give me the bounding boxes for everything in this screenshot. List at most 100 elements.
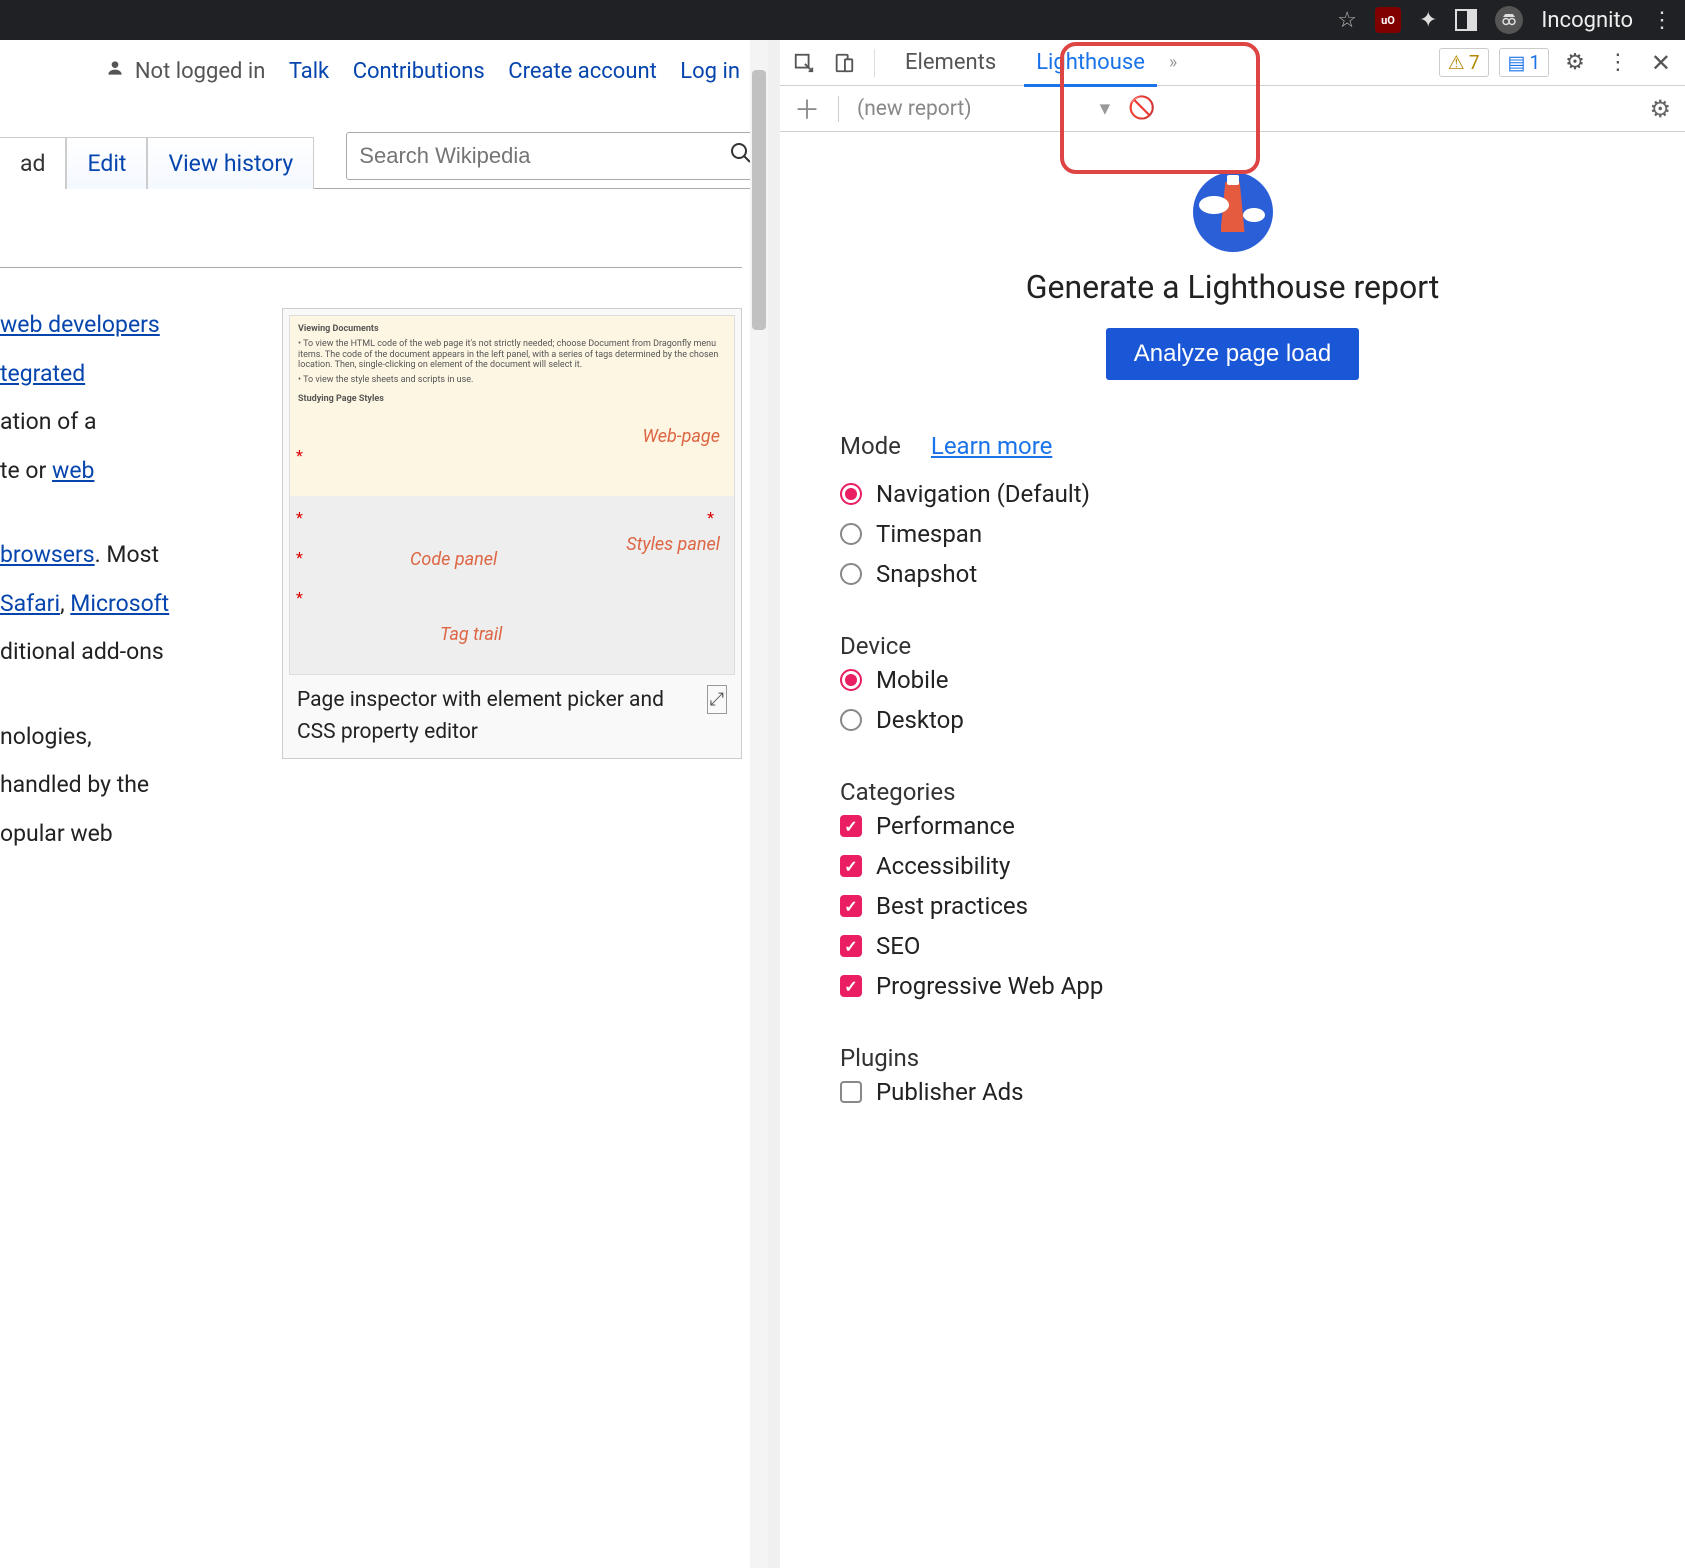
talk-link[interactable]: Talk: [289, 59, 329, 84]
text-frag-handled: handled by the: [0, 771, 149, 798]
lighthouse-body: Generate a Lighthouse report Analyze pag…: [780, 132, 1685, 1190]
ublock-icon[interactable]: uO: [1375, 7, 1401, 33]
plugin-publisher-ads-label: Publisher Ads: [876, 1078, 1024, 1106]
text-frag-addons: ditional add-ons: [0, 638, 164, 665]
link-safari[interactable]: Safari: [0, 590, 60, 617]
link-web-developers[interactable]: web developers: [0, 311, 160, 338]
cat-accessibility-option[interactable]: Accessibility: [840, 846, 1625, 886]
link-web[interactable]: web: [52, 457, 94, 484]
issues-warning-badge[interactable]: ⚠ 7: [1439, 48, 1489, 77]
thumb-label-webpage: Web-page: [643, 426, 720, 448]
plugins-heading: Plugins: [840, 1044, 1625, 1072]
thumb-label-stylespanel: Styles panel: [626, 531, 720, 558]
text-frag-teor: te or: [0, 457, 52, 484]
mode-timespan-option[interactable]: Timespan: [840, 514, 1625, 554]
inspect-element-icon[interactable]: [788, 47, 820, 79]
radio-icon: [840, 669, 862, 691]
device-desktop-option[interactable]: Desktop: [840, 700, 1625, 740]
device-mobile-option[interactable]: Mobile: [840, 660, 1625, 700]
radio-icon: [840, 483, 862, 505]
article-body: Viewing Documents • To view the HTML cod…: [0, 268, 768, 851]
lighthouse-settings-icon[interactable]: ⚙: [1649, 95, 1671, 123]
wiki-tabs: ad Edit View history: [0, 132, 768, 189]
incognito-icon: [1495, 6, 1523, 34]
lighthouse-logo-icon: [1193, 172, 1273, 252]
page-content-pane: Not logged in Talk Contributions Create …: [0, 40, 780, 1568]
link-integrated[interactable]: tegrated: [0, 360, 85, 387]
text-frag-ation: ation of a: [0, 408, 96, 435]
browser-chrome-bar: ☆ uO ✦ Incognito ⋮: [0, 0, 1685, 40]
side-panel-icon[interactable]: [1455, 9, 1477, 31]
checkbox-icon: [840, 815, 862, 837]
checkbox-icon: [840, 855, 862, 877]
toolbar-divider: [838, 96, 839, 122]
more-tabs-icon[interactable]: »: [1169, 52, 1177, 73]
device-section: Device Mobile Desktop: [840, 632, 1625, 740]
text-frag-most: . Most: [95, 541, 159, 568]
text-frag-popular: opular web: [0, 820, 113, 847]
not-logged-in-label: Not logged in: [135, 59, 266, 84]
tab-edit[interactable]: Edit: [66, 137, 147, 189]
thumb-label-tagtrail: Tag trail: [440, 621, 502, 648]
checkbox-icon: [840, 935, 862, 957]
device-toolbar-icon[interactable]: [828, 47, 860, 79]
divider: [874, 49, 875, 77]
thumb-expand-icon[interactable]: ⤢: [707, 685, 727, 714]
cat-best-practices-option[interactable]: Best practices: [840, 886, 1625, 926]
lighthouse-toolbar: ＋ (new report) ▾ 🚫 ⚙: [780, 86, 1685, 132]
mode-navigation-option[interactable]: Navigation (Default): [840, 474, 1625, 514]
tab-elements[interactable]: Elements: [889, 40, 1012, 85]
issues-info-badge[interactable]: ▤ 1: [1499, 48, 1550, 77]
devtools-close-icon[interactable]: ✕: [1645, 49, 1677, 77]
mode-snapshot-option[interactable]: Snapshot: [840, 554, 1625, 594]
radio-icon: [840, 563, 862, 585]
devtools-menu-icon[interactable]: ⋮: [1601, 50, 1635, 75]
cat-pwa-label: Progressive Web App: [876, 972, 1103, 1000]
clear-report-icon[interactable]: 🚫: [1128, 96, 1155, 121]
wiki-search-box[interactable]: [346, 132, 766, 180]
tab-read[interactable]: ad: [0, 137, 66, 189]
mode-heading: Mode: [840, 432, 901, 460]
thumb-caption-text: Page inspector with element picker and C…: [297, 688, 664, 744]
plugin-publisher-ads-option[interactable]: Publisher Ads: [840, 1072, 1625, 1112]
devtools-settings-icon[interactable]: ⚙: [1559, 50, 1591, 75]
search-input[interactable]: [359, 143, 729, 169]
new-report-label: (new report): [857, 97, 972, 121]
cat-accessibility-label: Accessibility: [876, 852, 1010, 880]
analyze-button[interactable]: Analyze page load: [1106, 328, 1359, 380]
create-account-link[interactable]: Create account: [508, 59, 657, 84]
checkbox-icon: [840, 895, 862, 917]
lighthouse-title: Generate a Lighthouse report: [840, 268, 1625, 306]
cat-seo-option[interactable]: SEO: [840, 926, 1625, 966]
browser-menu-icon[interactable]: ⋮: [1651, 8, 1673, 33]
checkbox-icon: [840, 975, 862, 997]
link-browsers[interactable]: browsers: [0, 541, 95, 568]
cat-seo-label: SEO: [876, 932, 920, 960]
cat-pwa-option[interactable]: Progressive Web App: [840, 966, 1625, 1006]
tab-view-history[interactable]: View history: [147, 137, 314, 189]
checkbox-icon: [840, 1081, 862, 1103]
warning-icon: ⚠: [1448, 51, 1465, 74]
text-comma: ,: [60, 590, 70, 617]
info-count: 1: [1529, 51, 1540, 74]
bookmark-star-icon[interactable]: ☆: [1337, 8, 1357, 33]
mode-section: Mode Learn more Navigation (Default) Tim…: [840, 432, 1625, 594]
new-report-plus-icon[interactable]: ＋: [794, 90, 820, 127]
radio-icon: [840, 523, 862, 545]
plugins-section: Plugins Publisher Ads: [840, 1044, 1625, 1112]
log-in-link[interactable]: Log in: [680, 59, 740, 84]
link-microsoft[interactable]: Microsoft: [70, 590, 169, 617]
thumb-label-codepanel: Code panel: [410, 546, 497, 573]
thumb-heading-1: Viewing Documents: [298, 324, 379, 334]
learn-more-link[interactable]: Learn more: [931, 432, 1052, 460]
contributions-link[interactable]: Contributions: [353, 59, 485, 84]
extensions-icon[interactable]: ✦: [1419, 8, 1437, 33]
cat-performance-option[interactable]: Performance: [840, 806, 1625, 846]
report-dropdown-icon[interactable]: ▾: [1100, 96, 1111, 121]
tab-lighthouse[interactable]: Lighthouse: [1020, 40, 1161, 85]
mode-navigation-label: Navigation (Default): [876, 480, 1090, 508]
incognito-label: Incognito: [1541, 8, 1633, 33]
cat-best-practices-label: Best practices: [876, 892, 1028, 920]
cat-performance-label: Performance: [876, 812, 1015, 840]
thumbnail-image[interactable]: Viewing Documents • To view the HTML cod…: [289, 315, 735, 675]
